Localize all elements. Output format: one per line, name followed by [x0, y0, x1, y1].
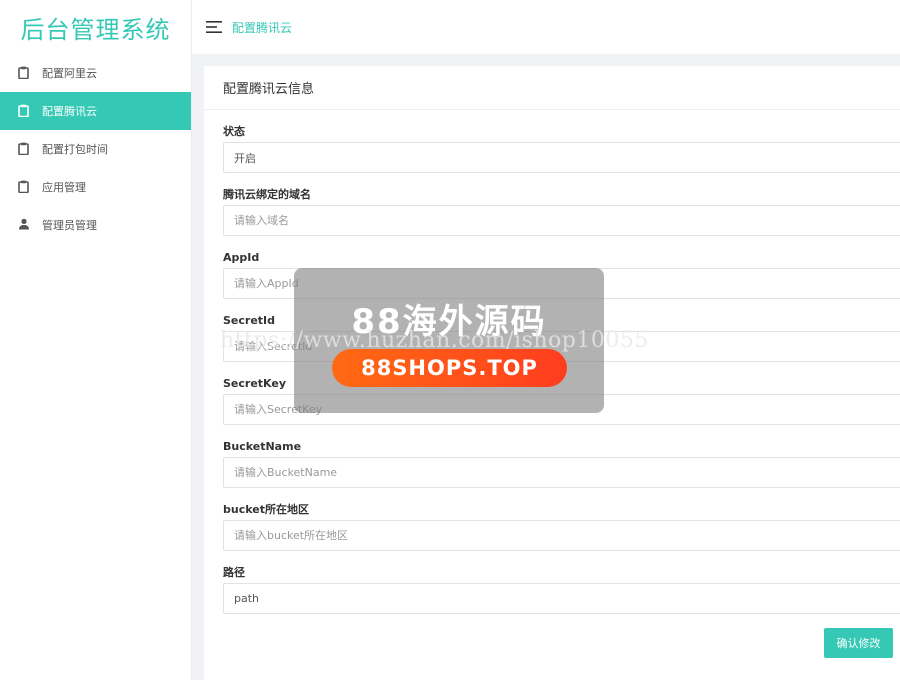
sidebar-item-tencent[interactable]: 配置腾讯云	[0, 92, 191, 130]
sidebar-item-label: 管理员管理	[42, 219, 97, 232]
top-header: 配置腾讯云	[192, 0, 900, 54]
status-input[interactable]	[223, 142, 900, 173]
field-bucket-region: bucket所在地区	[223, 500, 900, 563]
sidebar-item-app-management[interactable]: 应用管理	[0, 168, 191, 206]
field-label: 状态	[223, 125, 245, 138]
field-label: 腾讯云绑定的域名	[223, 188, 311, 201]
field-domain: 腾讯云绑定的域名	[223, 185, 900, 248]
field-label: BucketName	[223, 440, 302, 453]
sidebar-item-admin-management[interactable]: 管理员管理	[0, 206, 191, 244]
field-label: bucket所在地区	[223, 503, 309, 516]
field-label: AppId	[223, 251, 260, 264]
field-status: 状态	[223, 122, 900, 185]
app-root: 后台管理系统 配置阿里云 配置腾讯云 配置打包时间 应用管理 管理员管理 配置腾…	[0, 0, 900, 680]
card-title: 配置腾讯云信息	[204, 66, 900, 110]
sidebar-item-label: 应用管理	[42, 181, 86, 194]
breadcrumb-title: 配置腾讯云	[232, 20, 293, 35]
bucket-region-input[interactable]	[223, 520, 900, 551]
clipboard-icon	[18, 66, 31, 80]
bucketname-input[interactable]	[223, 457, 900, 488]
domain-input[interactable]	[223, 205, 900, 236]
submit-row: 确认修改	[824, 628, 893, 658]
sidebar-item-pack-time[interactable]: 配置打包时间	[0, 130, 191, 168]
sidebar-menu: 配置阿里云 配置腾讯云 配置打包时间 应用管理 管理员管理	[0, 54, 191, 244]
confirm-modify-button[interactable]: 确认修改	[824, 628, 893, 658]
sidebar-item-label: 配置阿里云	[42, 67, 97, 80]
sidebar-item-aliyun[interactable]: 配置阿里云	[0, 54, 191, 92]
path-input[interactable]	[223, 583, 900, 614]
app-logo: 后台管理系统	[20, 15, 171, 44]
user-icon	[18, 218, 31, 232]
sidebar-item-label: 配置打包时间	[42, 143, 108, 156]
field-bucketname: BucketName	[223, 437, 900, 500]
field-path: 路径	[223, 563, 900, 626]
sidebar: 后台管理系统 配置阿里云 配置腾讯云 配置打包时间 应用管理 管理员管理	[0, 0, 192, 680]
clipboard-icon	[18, 104, 31, 118]
field-label: 路径	[223, 566, 245, 579]
clipboard-icon	[18, 142, 31, 156]
sidebar-item-label: 配置腾讯云	[42, 105, 97, 118]
clipboard-icon	[18, 180, 31, 194]
hamburger-icon[interactable]	[206, 21, 222, 33]
watermark-badge: 88SHOPS.TOP	[332, 349, 567, 387]
